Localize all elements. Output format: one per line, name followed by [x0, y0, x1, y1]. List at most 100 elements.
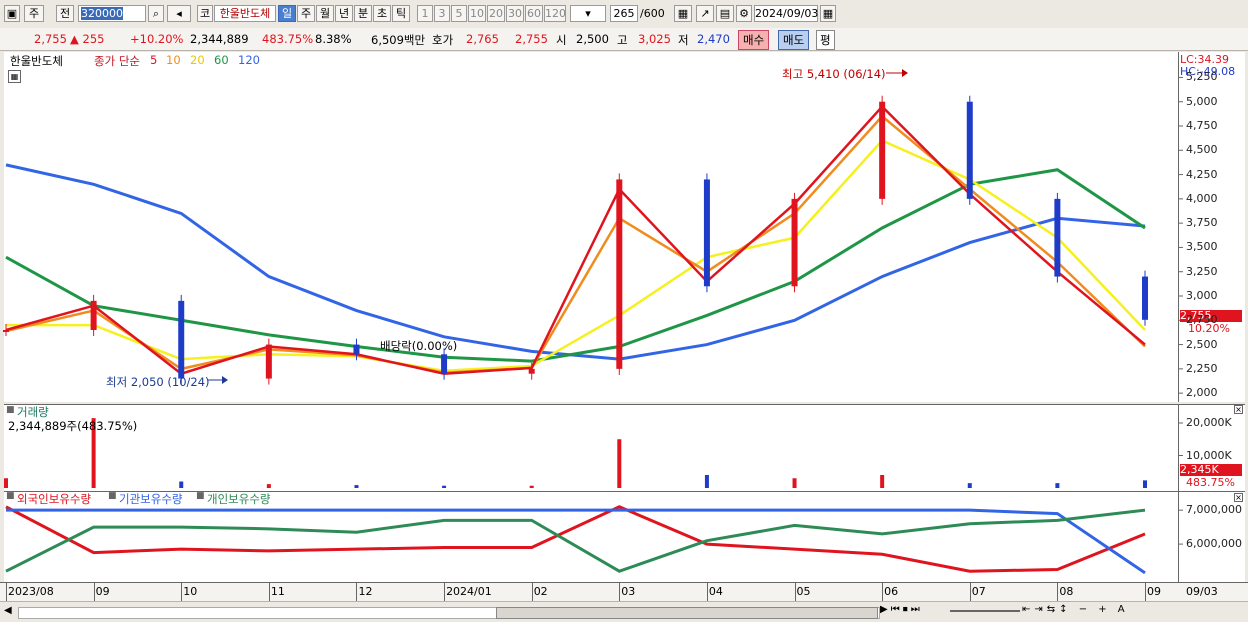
holdings-line-0 — [5, 505, 1146, 573]
scroll-thumb[interactable] — [496, 607, 878, 619]
price-tick-label: 2,500 — [1186, 337, 1218, 351]
volume-bar — [354, 485, 359, 488]
ma-10-line — [5, 114, 1146, 374]
price-tick-label: 4,000 — [1186, 191, 1218, 205]
x-tick-mark — [6, 583, 7, 601]
scroll-left-icon[interactable]: ◀ — [4, 605, 12, 616]
x-tick-mark — [268, 583, 270, 601]
volume-marker: ■ — [6, 405, 15, 415]
legend-indiv-marker: ■ — [196, 491, 205, 501]
volume-bar — [442, 485, 447, 488]
ma-120-label: 120 — [238, 53, 260, 67]
holdings-tick-label: 6,000,000 — [1186, 537, 1242, 551]
volume-last-tag: 2,345K — [1180, 464, 1242, 476]
legend-indiv: 개인보유수량 — [207, 492, 271, 506]
volume-bar — [704, 475, 709, 488]
volume-bar — [1143, 480, 1147, 488]
low-arrow-head — [222, 376, 228, 384]
volume-bar — [4, 478, 8, 488]
holdings-line-2 — [5, 508, 1146, 573]
legend-inst: 기관보유수량 — [119, 492, 183, 506]
price-title: 한울반도체 — [10, 54, 63, 68]
volume-bar — [792, 478, 797, 488]
holdings-line-1 — [6, 508, 1146, 575]
ma-20-label: 20 — [190, 53, 205, 67]
x-tick-mark — [93, 583, 95, 601]
x-tick-mark — [356, 583, 358, 601]
dividend-annotation: 배당락(0.00%) — [380, 339, 458, 353]
volume-bar — [266, 484, 271, 488]
price-tick-label: 3,250 — [1186, 264, 1218, 278]
holdings-tick-label: 7,000,000 — [1186, 503, 1242, 517]
ma-label: 종가 단순 — [94, 54, 140, 68]
price-tick-label: 3,500 — [1186, 240, 1218, 254]
price-tick-label: 5,250 — [1186, 70, 1218, 84]
high-arrow-head — [902, 69, 908, 77]
candle-body — [703, 179, 710, 287]
holdings-marker: ■ — [6, 491, 15, 501]
x-tick-mark — [1145, 583, 1146, 601]
volume-bar — [529, 485, 534, 488]
price-tick-label: 2,000 — [1186, 386, 1218, 400]
x-tick-mark — [619, 583, 621, 601]
candle-body — [616, 179, 623, 369]
low-annotation: 최저 2,050 (10/24) — [106, 375, 210, 389]
playback-controls-icon[interactable]: ▶⏮⏹⏭ — [880, 604, 923, 615]
x-label: 03 — [621, 585, 636, 598]
x-label: 11 — [270, 585, 285, 598]
x-label: 05 — [796, 585, 811, 598]
ma-10-label: 10 — [166, 53, 181, 67]
candle-body — [90, 300, 97, 330]
price-tick-label: 2,750 — [1186, 313, 1218, 327]
ma-60-label: 60 — [214, 53, 229, 67]
zoom-slider[interactable] — [950, 610, 1020, 612]
price-tick-label: 2,250 — [1186, 361, 1218, 375]
candle-body — [791, 198, 798, 287]
candle-body — [178, 300, 185, 379]
x-label: 09 — [1147, 585, 1161, 598]
x-label: 2023/08 — [8, 585, 54, 598]
x-label: 08 — [1059, 585, 1074, 598]
volume-bar — [967, 483, 972, 488]
legend-inst-marker: ■ — [108, 491, 117, 501]
x-tick-mark — [1057, 583, 1059, 601]
volume-bar — [617, 439, 622, 488]
candle-body — [528, 368, 535, 374]
x-label: 02 — [533, 585, 548, 598]
x-label: 2024/01 — [446, 585, 492, 598]
close-holdings-icon[interactable]: × — [1234, 493, 1243, 502]
candle-body — [1142, 276, 1148, 320]
x-tick-mark — [706, 583, 708, 601]
price-tick-label: 4,500 — [1186, 143, 1218, 157]
price-tick-label: 3,000 — [1186, 289, 1218, 302]
x-tick-mark — [531, 583, 533, 601]
volume-bar — [1055, 483, 1060, 488]
ma-5-label: 5 — [150, 53, 158, 67]
x-label: 04 — [708, 585, 723, 598]
price-tick-label: 3,750 — [1186, 216, 1218, 230]
volume-tick-label: 20,000K — [1186, 416, 1232, 429]
close-volume-icon[interactable]: × — [1234, 405, 1243, 414]
scroll-bar: ◀ ▶⏮⏹⏭ ⇤⇥⇆↕ − + A — [0, 601, 1248, 622]
high-annotation: 최고 5,410 (06/14) — [782, 67, 886, 81]
candle-body — [966, 101, 973, 199]
x-tick-mark — [444, 583, 446, 601]
legend-foreign: 외국인보유수량 — [17, 492, 92, 506]
price-tick-label: 4,250 — [1186, 167, 1218, 181]
price-tick-label: 4,750 — [1186, 119, 1218, 132]
x-axis: 2023/08 09 10 11 12 2024/01 02 03 04 05 06 07 08 09 09… — [0, 582, 1248, 601]
volume-tick-label: 10,000K — [1186, 448, 1232, 462]
candle-body — [3, 330, 9, 332]
volume-note: 2,344,889주(483.75%) — [8, 419, 138, 433]
volume-bar — [179, 481, 184, 488]
x-label: 09 — [95, 585, 110, 598]
candle-body — [265, 344, 272, 379]
candle-body — [1054, 198, 1061, 277]
volume-last-rate: 483.75% — [1186, 476, 1235, 489]
x-tick-mark — [181, 583, 183, 601]
table-icon[interactable]: ▦ — [8, 70, 21, 83]
chart-canvas[interactable] — [0, 0, 1248, 621]
chart-tools-icon[interactable]: ⇤⇥⇆↕ − + A — [1022, 604, 1129, 615]
x-tick-mark — [882, 583, 884, 601]
candle-body — [441, 354, 448, 374]
